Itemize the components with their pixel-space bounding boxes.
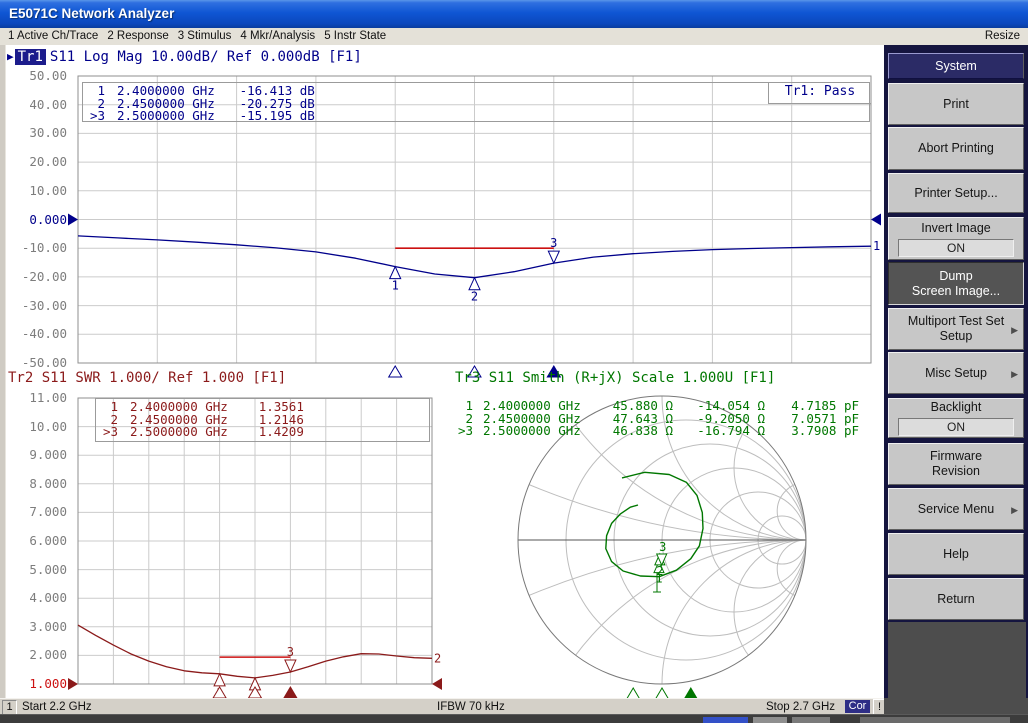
tr2-header: Tr2 S11 SWR 1.000/ Ref 1.000 [F1] <box>8 371 286 386</box>
stop-frequency: Stop 2.7 GHz <box>766 699 835 715</box>
softkey-help[interactable]: Help <box>888 533 1024 575</box>
taskbar-active-item[interactable] <box>703 717 748 723</box>
marker-freq: 2.5000000 GHz <box>130 426 228 439</box>
menu-stimulus[interactable]: 3 Stimulus <box>178 28 232 45</box>
softkey-menu-title: System <box>888 53 1024 79</box>
marker-number: >3 <box>96 426 118 439</box>
svg-text:2: 2 <box>471 290 478 304</box>
tr2-y-axis-labels: 11.0010.009.0008.0007.0006.0005.0004.000… <box>0 398 73 698</box>
active-trace-arrow-icon: ▶ <box>7 50 14 63</box>
tr3-marker-table: 1 2.4000000 GHz 45.880 Ω -14.054 Ω 4.718… <box>455 400 885 438</box>
svg-text:3: 3 <box>659 540 666 554</box>
tr1-header-text: S11 Log Mag 10.00dB/ Ref 0.000dB [F1] <box>50 49 362 65</box>
softkey-service-menu[interactable]: Service Menu ▶ <box>888 488 1024 530</box>
submenu-arrow-icon: ▶ <box>1011 323 1018 338</box>
submenu-arrow-icon: ▶ <box>1011 367 1018 382</box>
status-bar: 1 Start 2.2 GHz IFBW 70 kHz Stop 2.7 GHz… <box>0 698 884 715</box>
instrument-window: E5071C Network Analyzer 1 Active Ch/Trac… <box>0 0 1028 723</box>
channel-indicator: 1 <box>2 700 17 715</box>
taskbar-clock-area <box>860 717 1010 723</box>
tr1-badge: Tr1 <box>15 49 46 65</box>
status-bar-filler <box>884 698 1028 714</box>
marker-number: >3 <box>83 110 105 123</box>
menu-instr-state[interactable]: 5 Instr State <box>324 28 386 45</box>
marker-resistance: 46.838 Ω <box>595 425 673 438</box>
softkey-print[interactable]: Print <box>888 83 1024 125</box>
marker-freq: 2.5000000 GHz <box>483 425 595 438</box>
tr3-header: Tr3 S11 Smith (R+jX) Scale 1.000U [F1] <box>455 371 775 386</box>
taskbar-strip <box>0 714 1028 723</box>
backlight-state: ON <box>898 418 1014 436</box>
menu-bar: 1 Active Ch/Trace 2 Response 3 Stimulus … <box>0 28 1028 46</box>
tr1-header: ▶Tr1S11 Log Mag 10.00dB/ Ref 0.000dB [F1… <box>7 48 362 66</box>
softkey-abort-printing[interactable]: Abort Printing <box>888 127 1024 170</box>
softkey-printer-setup[interactable]: Printer Setup... <box>888 173 1024 213</box>
svg-text:3: 3 <box>550 236 557 250</box>
menu-active-ch-trace[interactable]: 1 Active Ch/Trace <box>8 28 98 45</box>
tr2-marker-table: 1 2.4000000 GHz 1.3561 2 2.4500000 GHz 1… <box>95 398 430 442</box>
softkey-backlight[interactable]: Backlight ON <box>888 398 1024 438</box>
svg-text:1: 1 <box>392 279 399 293</box>
marker-number: >3 <box>455 425 473 438</box>
title-bar: E5071C Network Analyzer <box>0 0 1028 28</box>
instrument-screen: ▶Tr1S11 Log Mag 10.00dB/ Ref 0.000dB [F1… <box>0 45 884 698</box>
taskbar-item[interactable] <box>753 717 787 723</box>
softkey-dump-screen-image[interactable]: Dump Screen Image... <box>888 262 1024 305</box>
tr1-marker-row: >3 2.5000000 GHz -15.195 dB <box>83 110 869 123</box>
marker-reactance: -16.794 Ω <box>673 425 765 438</box>
softkey-invert-image[interactable]: Invert Image ON <box>888 217 1024 260</box>
menu-mkr-analysis[interactable]: 4 Mkr/Analysis <box>240 28 315 45</box>
tr1-marker-table: 1 2.4000000 GHz -16.413 dB 2 2.4500000 G… <box>82 82 870 122</box>
window-title: E5071C Network Analyzer <box>9 6 174 21</box>
ifbw-readout: IFBW 70 kHz <box>437 699 505 715</box>
correction-badge: Cor <box>845 700 870 713</box>
invert-image-state: ON <box>898 239 1014 257</box>
marker-value: 1.4209 <box>234 426 304 439</box>
softkey-menu: System Print Abort Printing Printer Setu… <box>884 45 1028 714</box>
resize-button[interactable]: Resize <box>985 28 1020 45</box>
svg-text:3: 3 <box>287 645 294 659</box>
submenu-arrow-icon: ▶ <box>1011 503 1018 518</box>
tr3-marker-row: >3 2.5000000 GHz 46.838 Ω -16.794 Ω 3.79… <box>455 425 885 438</box>
softkey-multiport-test-set-setup[interactable]: Multiport Test Set Setup ▶ <box>888 308 1024 350</box>
taskbar-item[interactable] <box>792 717 830 723</box>
marker-value: -15.195 dB <box>221 110 315 123</box>
svg-text:2: 2 <box>434 651 441 665</box>
softkey-return[interactable]: Return <box>888 578 1024 620</box>
tr2-swr-plot: 1232 <box>78 398 432 699</box>
tr1-y-axis-labels: 50.0040.0030.0020.0010.000.000-10.00-20.… <box>0 76 73 376</box>
softkey-misc-setup[interactable]: Misc Setup ▶ <box>888 352 1024 394</box>
tr2-marker-row: >3 2.5000000 GHz 1.4209 <box>96 426 429 439</box>
svg-text:2: 2 <box>656 564 663 578</box>
tr1-limit-status: Tr1: Pass <box>768 82 871 104</box>
tr3-smith-chart: 123 <box>518 396 806 700</box>
softkey-firmware-revision[interactable]: Firmware Revision <box>888 443 1024 485</box>
start-frequency: Start 2.2 GHz <box>22 699 92 715</box>
marker-capacitance: 3.7908 pF <box>765 425 859 438</box>
marker-freq: 2.5000000 GHz <box>117 110 215 123</box>
menu-response[interactable]: 2 Response <box>107 28 168 45</box>
svg-text:1: 1 <box>873 239 880 253</box>
